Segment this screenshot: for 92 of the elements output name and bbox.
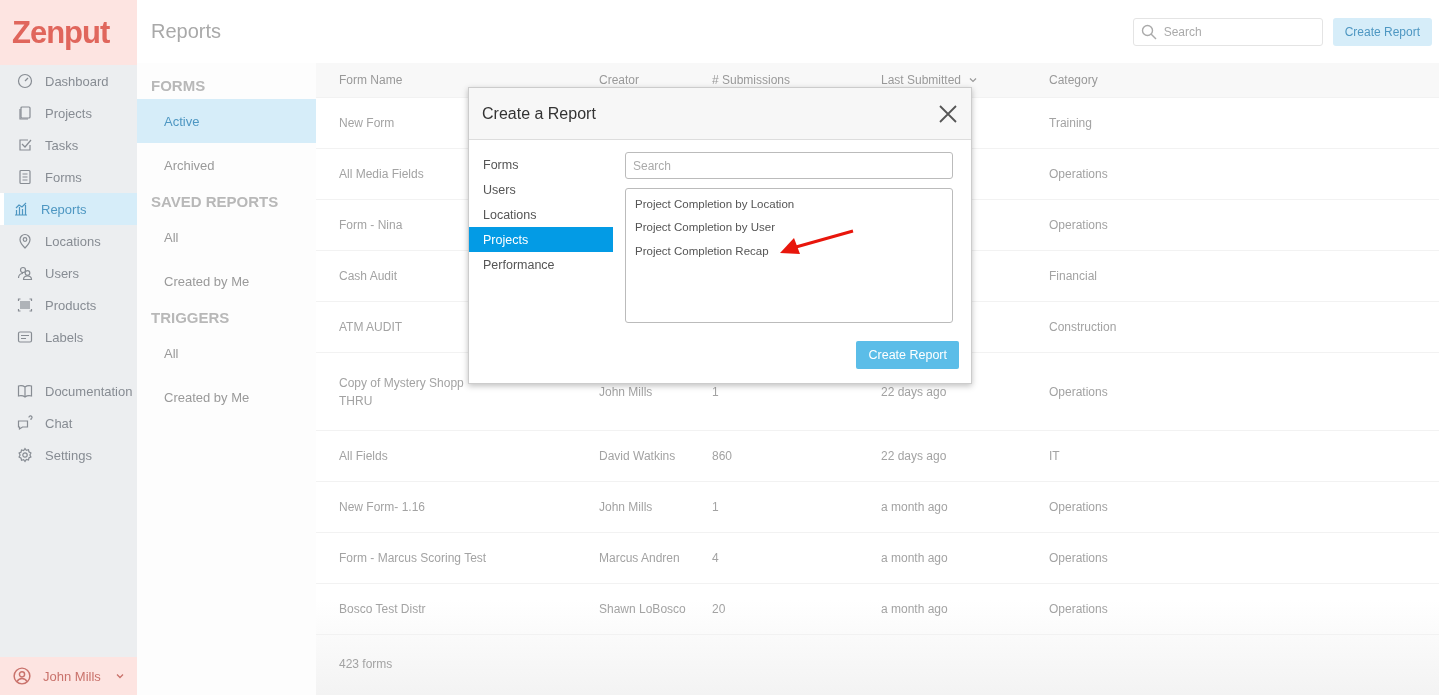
section-heading: FORMS xyxy=(150,75,207,96)
sidebar-item[interactable]: Documentation xyxy=(0,375,137,407)
form-name-cell: All Media Fields xyxy=(339,167,424,181)
date-cell: a month ago xyxy=(881,551,948,565)
page-title: Reports xyxy=(151,20,223,43)
sidebar-item[interactable]: Chat xyxy=(0,407,137,439)
creator-cell: John Mills xyxy=(599,500,653,514)
form-name-cell: New Form xyxy=(339,116,395,130)
card-icon xyxy=(17,329,33,345)
creator-cell: Marcus Andren xyxy=(599,551,680,565)
form-name-cell: Form - Nina xyxy=(339,218,403,232)
category-cell: Operations xyxy=(1049,167,1108,181)
create-report-button[interactable]: Create Report xyxy=(1332,17,1432,46)
category-cell: Operations xyxy=(1049,602,1108,616)
column-header[interactable]: # Submissions xyxy=(712,73,791,87)
category-item[interactable]: Locations xyxy=(469,202,613,227)
sidebar-item[interactable]: Tasks xyxy=(0,129,137,161)
logo: Zenput xyxy=(0,0,137,65)
chart-icon xyxy=(13,201,29,217)
section-heading: SAVED REPORTS xyxy=(150,191,280,212)
sidebar-item[interactable]: Reports xyxy=(0,193,137,225)
sidebar-item[interactable]: Forms xyxy=(0,161,137,193)
book-icon xyxy=(17,383,33,399)
sidebar-item[interactable]: Products xyxy=(0,289,137,321)
category-cell: Training xyxy=(1049,116,1092,130)
submissions-cell: 4 xyxy=(712,551,719,565)
date-cell: a month ago xyxy=(881,500,948,514)
category-item[interactable]: Projects xyxy=(469,227,613,252)
form-icon xyxy=(17,169,33,185)
form-count: 423 forms xyxy=(339,657,393,671)
category-cell: IT xyxy=(1049,449,1060,463)
form-name-cell: Cash Audit xyxy=(339,269,398,283)
submissions-cell: 1 xyxy=(712,500,719,514)
form-name-cell: New Form- 1.16 xyxy=(339,500,426,514)
checkbox-icon xyxy=(17,137,33,153)
form-name-cell: Bosco Test Distr xyxy=(339,602,426,616)
sidebar-item[interactable]: Labels xyxy=(0,321,137,353)
sidebar-item[interactable]: Settings xyxy=(0,439,137,471)
date-cell: 22 days ago xyxy=(881,384,947,399)
column-header[interactable]: Last Submitted xyxy=(881,73,962,87)
category-cell: Operations xyxy=(1049,384,1108,399)
category-cell: Operations xyxy=(1049,218,1108,232)
caret-icon xyxy=(116,672,124,680)
users-icon xyxy=(17,265,33,281)
gear-icon xyxy=(17,447,33,463)
category-item[interactable]: Performance xyxy=(469,252,613,277)
category-item[interactable]: Users xyxy=(469,177,613,202)
dialog-title: Create a Report xyxy=(482,104,596,123)
search-field[interactable]: Search xyxy=(625,152,953,179)
close-icon[interactable] xyxy=(937,102,959,125)
pin-icon xyxy=(17,233,33,249)
subnav-item[interactable]: All xyxy=(137,215,316,259)
subnav-item[interactable]: All xyxy=(137,331,316,375)
creator-cell: David Watkins xyxy=(599,449,676,463)
subnav-item[interactable]: Archived xyxy=(137,143,316,187)
subnav-item[interactable]: Created by Me xyxy=(137,375,316,419)
category-cell: Construction xyxy=(1049,320,1117,334)
subnav-item[interactable]: Created by Me xyxy=(137,259,316,303)
form-name-cell: Copy of Mystery Shopp THRU xyxy=(339,375,464,408)
sidebar-item[interactable]: Users xyxy=(0,257,137,289)
category-cell: Operations xyxy=(1049,551,1108,565)
creator-cell: John Mills xyxy=(599,384,653,399)
document-icon xyxy=(17,105,33,121)
date-cell: a month ago xyxy=(881,602,948,616)
date-cell: 22 days ago xyxy=(881,449,947,463)
form-name-cell: All Fields xyxy=(339,449,388,463)
creator-cell: Shawn LoBosco xyxy=(599,602,686,616)
report-option[interactable]: Project Completion by Location xyxy=(635,192,943,216)
submissions-cell: 1 xyxy=(712,384,719,399)
column-header[interactable]: Category xyxy=(1049,73,1098,87)
chat-icon xyxy=(17,415,33,431)
report-option[interactable]: Project Completion by User xyxy=(635,215,943,239)
user-menu[interactable]: John Mills xyxy=(0,657,137,695)
category-cell: Operations xyxy=(1049,500,1108,514)
sidebar-item[interactable]: Dashboard xyxy=(0,65,137,97)
submissions-cell: 20 xyxy=(712,602,726,616)
search-icon xyxy=(1140,23,1157,40)
sidebar-item[interactable]: Locations xyxy=(0,225,137,257)
subnav-item[interactable]: Active xyxy=(137,99,316,143)
submissions-cell: 860 xyxy=(712,449,733,463)
dashboard-icon xyxy=(17,73,33,89)
form-name-cell: Form - Marcus Scoring Test xyxy=(339,551,487,565)
report-option[interactable]: Project Completion Recap xyxy=(635,239,943,263)
section-heading: TRIGGERS xyxy=(150,307,231,328)
category-item[interactable]: Forms xyxy=(469,152,613,177)
column-header[interactable]: Form Name xyxy=(339,73,403,87)
column-header[interactable]: Creator xyxy=(599,73,639,87)
form-name-cell: ATM AUDIT xyxy=(339,320,403,334)
avatar-icon xyxy=(13,667,31,685)
sidebar-item[interactable]: Projects xyxy=(0,97,137,129)
category-cell: Financial xyxy=(1049,269,1098,283)
create-report-button[interactable]: Create Report xyxy=(856,341,959,369)
